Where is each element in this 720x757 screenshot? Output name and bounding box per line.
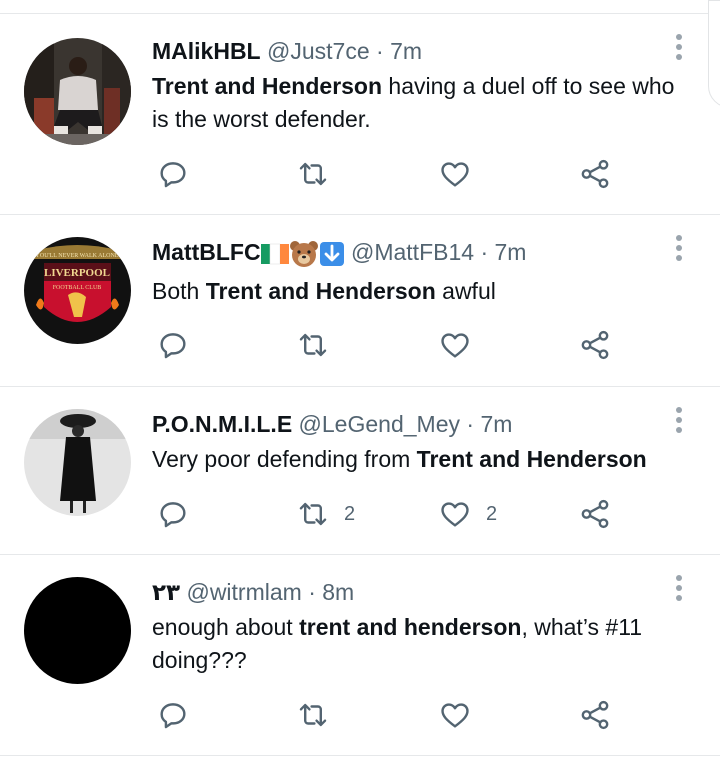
tweet-header: ٢٣ @witrmlam · 8m bbox=[152, 577, 354, 607]
tweet-actions bbox=[150, 325, 620, 365]
retweet-icon bbox=[299, 162, 327, 186]
share-button[interactable] bbox=[578, 154, 612, 194]
reply-button[interactable] bbox=[156, 154, 190, 194]
share-icon bbox=[581, 159, 609, 189]
separator-dot: · bbox=[466, 411, 475, 437]
avatar[interactable] bbox=[24, 577, 131, 684]
share-icon bbox=[581, 330, 609, 360]
retweet-button[interactable] bbox=[296, 325, 330, 365]
display-name[interactable]: MattBLFC bbox=[152, 239, 261, 265]
tweet[interactable]: ٢٣ @witrmlam · 8m enough about trent and… bbox=[0, 555, 720, 756]
heart-icon bbox=[441, 333, 469, 358]
timestamp[interactable]: 7m bbox=[480, 411, 512, 437]
retweet-count: 2 bbox=[344, 502, 356, 525]
more-options-icon[interactable] bbox=[672, 407, 686, 441]
more-options-icon[interactable] bbox=[672, 235, 686, 269]
svg-text:FOOTBALL CLUB: FOOTBALL CLUB bbox=[53, 285, 102, 291]
heart-icon bbox=[441, 502, 469, 527]
retweet-button[interactable] bbox=[296, 154, 330, 194]
reply-button[interactable] bbox=[156, 494, 190, 534]
share-icon bbox=[581, 499, 609, 529]
display-name[interactable]: ٢٣ bbox=[152, 579, 180, 605]
reply-icon bbox=[160, 162, 186, 188]
timestamp[interactable]: 8m bbox=[322, 579, 354, 605]
tweet-text: Trent and Henderson having a duel off to… bbox=[152, 73, 675, 132]
tweet-actions bbox=[150, 154, 620, 194]
like-button[interactable]: 2 bbox=[438, 494, 497, 534]
tweet[interactable]: YOU'LL NEVER WALK ALONE LIVERPOOL FOOTBA… bbox=[0, 215, 720, 387]
more-options-icon[interactable] bbox=[672, 34, 686, 68]
share-button[interactable] bbox=[578, 695, 612, 735]
down-arrow-icon bbox=[319, 241, 344, 266]
tweet[interactable]: P.O.N.M.I.L.E @LeGend_Mey · 7m Very poor… bbox=[0, 387, 720, 555]
like-button[interactable] bbox=[438, 695, 472, 735]
tweet-actions: 2 2 bbox=[150, 494, 620, 534]
reply-icon bbox=[160, 333, 186, 359]
tweet-header: MAlikHBL @Just7ce · 7m bbox=[152, 36, 422, 66]
tweet-actions bbox=[150, 695, 620, 735]
reply-button[interactable] bbox=[156, 325, 190, 365]
bear-icon bbox=[289, 240, 318, 267]
retweet-icon bbox=[299, 333, 327, 357]
user-handle[interactable]: @LeGend_Mey bbox=[299, 411, 460, 437]
reply-button[interactable] bbox=[156, 695, 190, 735]
retweet-icon bbox=[299, 703, 327, 727]
svg-text:LIVERPOOL: LIVERPOOL bbox=[44, 267, 110, 279]
like-count: 2 bbox=[486, 502, 498, 525]
avatar[interactable] bbox=[24, 409, 131, 516]
tweet[interactable]: MAlikHBL @Just7ce · 7m Trent and Henders… bbox=[0, 14, 720, 215]
separator-dot: · bbox=[308, 579, 316, 605]
tweet-text: Very poor defending from Trent and Hende… bbox=[152, 446, 647, 472]
user-handle[interactable]: @witrmlam bbox=[186, 579, 301, 605]
like-button[interactable] bbox=[438, 154, 472, 194]
retweet-icon bbox=[299, 502, 327, 526]
share-button[interactable] bbox=[578, 494, 612, 534]
timestamp[interactable]: 7m bbox=[495, 239, 527, 265]
retweet-button[interactable] bbox=[296, 695, 330, 735]
share-icon bbox=[581, 700, 609, 730]
avatar[interactable]: YOU'LL NEVER WALK ALONE LIVERPOOL FOOTBA… bbox=[24, 237, 131, 344]
share-button[interactable] bbox=[578, 325, 612, 365]
reply-icon bbox=[160, 502, 186, 528]
svg-text:YOU'LL NEVER WALK ALONE: YOU'LL NEVER WALK ALONE bbox=[36, 253, 119, 259]
user-handle[interactable]: @MattFB14 bbox=[351, 239, 474, 265]
more-options-icon[interactable] bbox=[672, 575, 686, 609]
user-handle[interactable]: @Just7ce bbox=[267, 38, 370, 64]
reply-icon bbox=[160, 703, 186, 729]
irish-flag-icon bbox=[260, 243, 289, 265]
like-button[interactable] bbox=[438, 325, 472, 365]
separator-dot: · bbox=[480, 239, 489, 265]
tweet-header: MattBLFC @MattFB14 · 7m bbox=[152, 237, 526, 268]
tweet-text: Both Trent and Henderson awful bbox=[152, 278, 496, 304]
heart-icon bbox=[441, 162, 469, 187]
tweet-text: enough about trent and henderson, what’s… bbox=[152, 614, 643, 673]
avatar[interactable] bbox=[24, 38, 131, 145]
retweet-button[interactable]: 2 bbox=[296, 494, 355, 534]
display-name[interactable]: MAlikHBL bbox=[152, 38, 261, 64]
timestamp[interactable]: 7m bbox=[390, 38, 422, 64]
separator-dot: · bbox=[376, 38, 384, 64]
tweet-header: P.O.N.M.I.L.E @LeGend_Mey · 7m bbox=[152, 409, 512, 439]
display-name[interactable]: P.O.N.M.I.L.E bbox=[152, 411, 292, 437]
heart-icon bbox=[441, 703, 469, 728]
